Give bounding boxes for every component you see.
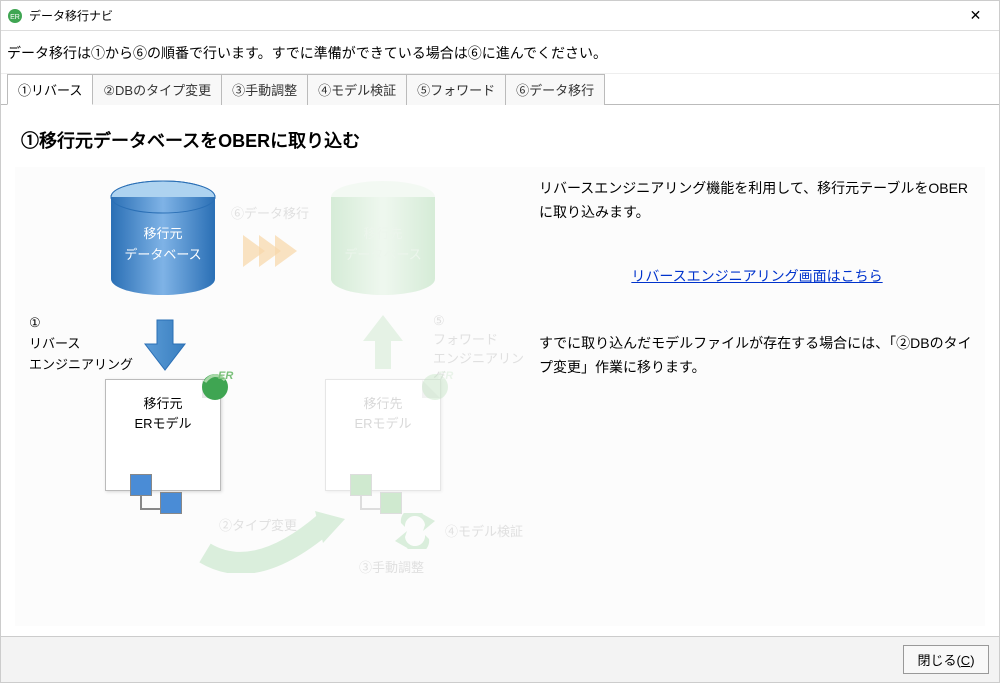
source-database-icon: 移行元 データベース [105,179,221,299]
down-arrow-icon [143,318,187,372]
step6-label: ⑥データ移行 [231,203,309,222]
description-paragraph-2: すでに取り込んだモデルファイルが存在する場合には、「②DBのタイプ変更」作業に移… [539,332,975,380]
step4-label: ④モデル検証 [445,521,523,540]
tab-forward[interactable]: ⑤フォワード [407,74,506,105]
window-close-button[interactable]: ✕ [953,2,998,30]
close-button[interactable]: 閉じる(C) [903,645,989,674]
tab-bar: ①リバース ②DBのタイプ変更 ③手動調整 ④モデル検証 ⑤フォワード ⑥データ… [1,74,999,105]
workflow-diagram: 移行元 データベース [15,173,525,613]
close-icon: ✕ [970,7,982,24]
step3-label: ③手動調整 [359,557,424,576]
footer: 閉じる(C) [1,636,999,682]
dest-database-icon: 移行先 データベース [325,179,441,299]
instruction-text: データ移行は①から⑥の順番で行います。すでに準備ができている場合は⑥に進んでくだ… [1,31,999,74]
app-icon: ER [7,8,23,24]
up-arrow-icon [361,313,405,373]
chevrons-right-icon [249,235,297,267]
tab-manual-adjust[interactable]: ③手動調整 [222,74,308,105]
window-title: データ移行ナビ [29,7,953,24]
step1-label: ① リバース エンジニアリング [29,313,133,375]
tab-data-migration[interactable]: ⑥データ移行 [506,74,605,105]
source-database-label: 移行元 データベース [105,224,221,266]
reverse-engineering-link[interactable]: リバースエンジニアリング画面はこちら [631,268,882,284]
description-column: リバースエンジニアリング機能を利用して、移行元テーブルをOBERに取り込みます。… [525,173,985,626]
er-badge-icon: ER [200,372,230,402]
content-body: 移行元 データベース [15,167,985,626]
er-badge-icon: ER [420,372,450,402]
swap-arrows-icon [395,513,435,549]
titlebar: ER データ移行ナビ ✕ [1,1,999,31]
tab-reverse[interactable]: ①リバース [7,74,93,105]
tab-db-type-change[interactable]: ②DBのタイプ変更 [93,74,222,105]
step2-label: ②タイプ変更 [219,515,297,534]
dest-er-model-icon: 移行先 ERモデル ER [325,379,441,491]
dest-database-label: 移行先 データベース [325,224,441,266]
section-title: ①移行元データベースをOBERに取り込む [21,127,985,153]
svg-text:ER: ER [10,14,20,21]
tab-model-verify[interactable]: ④モデル検証 [308,74,407,105]
description-paragraph-1: リバースエンジニアリング機能を利用して、移行元テーブルをOBERに取り込みます。 [539,177,975,225]
content-area: ①移行元データベースをOBERに取り込む [1,105,999,636]
source-er-model-icon: 移行元 ERモデル ER [105,379,221,491]
